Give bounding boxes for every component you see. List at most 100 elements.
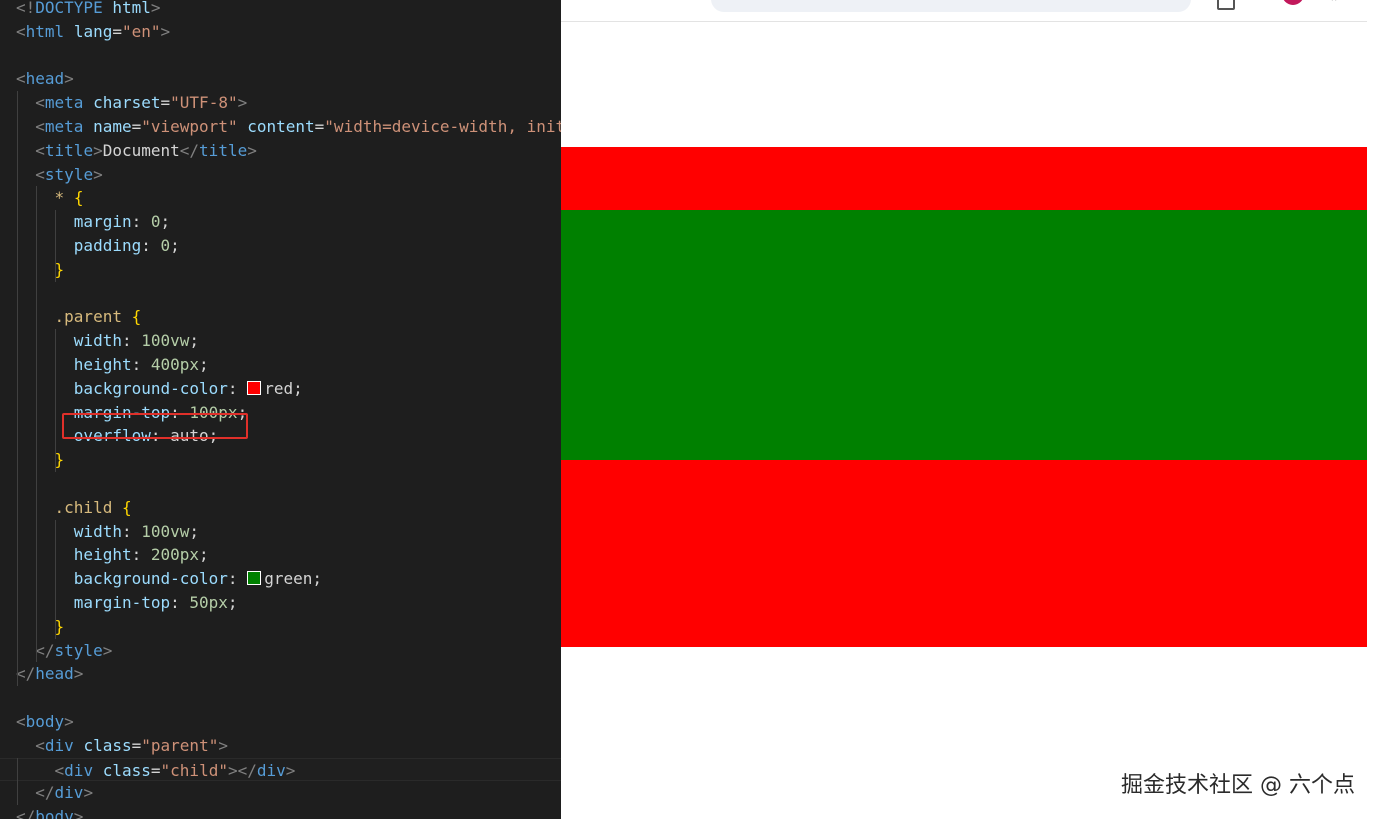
avatar[interactable] <box>1282 0 1304 5</box>
code-token: = <box>131 117 142 136</box>
code-token: height <box>73 355 132 374</box>
code-token: head <box>35 664 74 684</box>
code-token: 100vw <box>141 331 190 351</box>
color-swatch[interactable] <box>247 571 262 586</box>
code-token: class <box>102 760 151 780</box>
code-token: meta <box>44 93 84 113</box>
code-token: </ <box>35 783 55 803</box>
code-token: html <box>112 0 151 17</box>
code-token: 100vw <box>141 521 190 541</box>
code-token: ; <box>199 355 209 374</box>
code-token: name <box>93 117 132 136</box>
code-token: background-color <box>73 569 228 589</box>
code-line[interactable]: <style> <box>0 163 561 187</box>
code-line[interactable]: <meta charset="UTF-8"> <box>0 91 561 115</box>
code-line[interactable] <box>0 472 561 496</box>
code-line[interactable]: <body> <box>0 710 561 734</box>
code-line[interactable]: height: 200px; <box>0 543 561 567</box>
code-token: > <box>93 140 103 160</box>
indent-guide <box>55 329 56 472</box>
code-token: style <box>54 640 103 660</box>
code-line[interactable]: .parent { <box>0 305 561 329</box>
code-token: = <box>150 760 161 780</box>
code-line[interactable]: <head> <box>0 67 561 91</box>
code-line[interactable]: <div class="child"></div> <box>0 757 561 782</box>
browser-preview: ✕ <box>561 0 1367 819</box>
code-token: 0 <box>150 212 161 232</box>
highlight-box <box>62 413 248 439</box>
code-token: "UTF-8" <box>170 93 238 113</box>
code-token: { <box>131 307 142 327</box>
close-icon[interactable]: ✕ <box>1331 0 1341 4</box>
code-line[interactable]: </body> <box>0 805 561 819</box>
color-swatch[interactable] <box>247 380 262 395</box>
code-token: "viewport" <box>141 117 238 136</box>
code-line[interactable] <box>0 282 561 306</box>
code-line[interactable] <box>0 686 561 710</box>
sidepanel-icon[interactable] <box>1217 0 1235 10</box>
code-token: class <box>83 735 132 755</box>
code-token: 0 <box>160 236 171 255</box>
code-token: : <box>131 212 151 232</box>
code-token: ; <box>293 378 303 398</box>
code-token: red <box>264 378 294 398</box>
code-token: <! <box>16 0 36 17</box>
code-line[interactable]: <title>Document</title> <box>0 139 561 163</box>
code-token: width <box>73 521 122 541</box>
child-div <box>561 210 1367 460</box>
code-token: { <box>73 188 84 208</box>
code-token: ; <box>170 236 180 255</box>
address-bar[interactable] <box>711 0 1191 12</box>
code-line[interactable]: * { <box>0 186 561 210</box>
code-token: </ <box>35 640 55 660</box>
code-token: < <box>16 712 26 731</box>
code-editor[interactable]: <!DOCTYPE html> <html lang="en"> <head> <m… <box>0 0 561 819</box>
code-line[interactable]: <meta name="viewport" content="width=dev… <box>0 115 561 139</box>
code-token: div <box>256 760 286 780</box>
code-token: = <box>160 93 171 113</box>
code-token: "en" <box>121 21 161 41</box>
code-line[interactable]: height: 400px; <box>0 353 561 377</box>
code-line[interactable]: </head> <box>0 662 561 686</box>
code-line[interactable]: width: 100vw; <box>0 329 561 353</box>
code-line[interactable] <box>0 44 561 68</box>
code-token: ; <box>312 569 322 589</box>
code-token: margin <box>73 212 132 232</box>
code-line[interactable]: </style> <box>0 639 561 663</box>
code-line[interactable]: .child { <box>0 496 561 520</box>
code-line[interactable]: background-color: green; <box>0 567 561 591</box>
code-token: title <box>199 140 248 160</box>
code-line[interactable]: } <box>0 615 561 639</box>
code-token: padding <box>73 236 142 255</box>
code-line[interactable]: padding: 0; <box>0 234 561 258</box>
code-line[interactable]: </div> <box>0 781 561 805</box>
code-line[interactable]: <!DOCTYPE html> <box>0 0 561 20</box>
code-token: : <box>227 378 248 398</box>
code-token: div <box>54 783 84 803</box>
code-token: > <box>73 664 84 684</box>
code-line[interactable]: } <box>0 448 561 472</box>
indent-guide <box>17 757 18 806</box>
code-token: : <box>121 521 142 541</box>
code-line[interactable]: background-color: red; <box>0 377 561 401</box>
code-token: > <box>160 21 171 41</box>
code-line[interactable]: <html lang="en"> <box>0 20 561 44</box>
code-token: meta <box>44 117 84 136</box>
code-line[interactable]: <div class="parent"> <box>0 734 561 758</box>
code-token: < <box>35 164 45 184</box>
code-token: ; <box>189 331 200 351</box>
code-line[interactable]: } <box>0 258 561 282</box>
code-line[interactable]: width: 100vw; <box>0 520 561 544</box>
code-line[interactable]: margin: 0; <box>0 210 561 234</box>
code-line[interactable]: margin-top: 50px; <box>0 591 561 615</box>
